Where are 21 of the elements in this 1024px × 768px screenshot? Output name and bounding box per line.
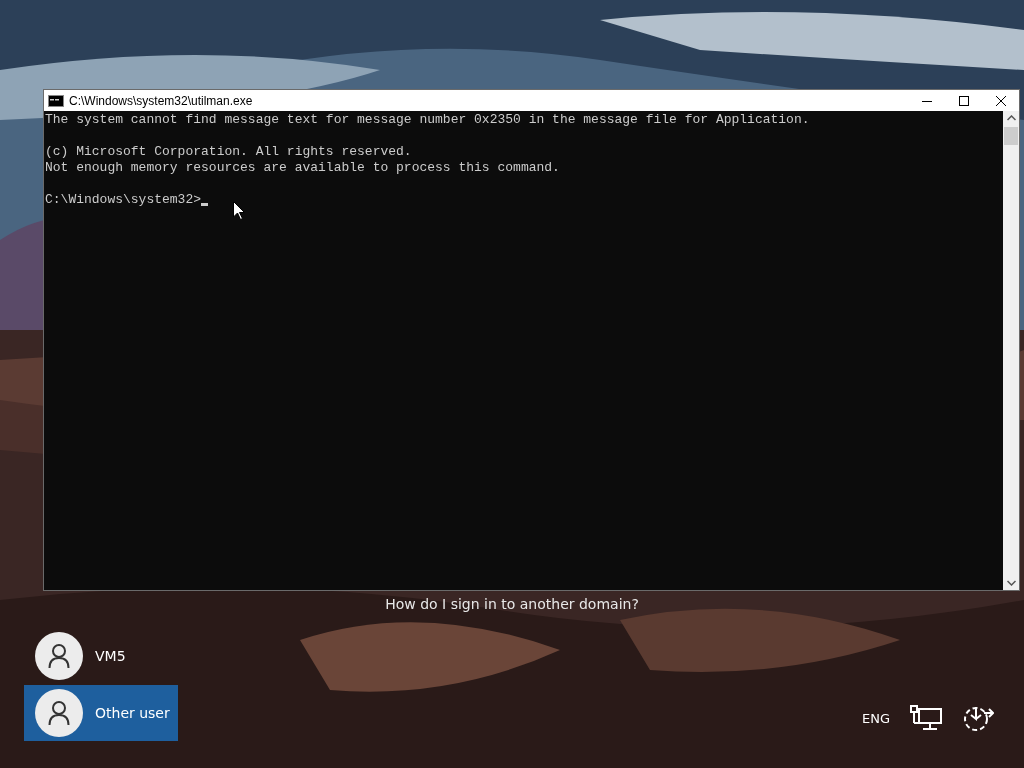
help-link[interactable]: How do I sign in to another domain? [385, 596, 639, 612]
user-name: Other user [95, 705, 170, 721]
user-name: VM5 [95, 648, 126, 664]
text-cursor [201, 203, 209, 206]
mouse-pointer-icon [233, 201, 246, 220]
console-line: Not enough memory resources are available to process this command. [45, 160, 560, 176]
window-title: C:\Windows\system32\utilman.exe [69, 93, 254, 108]
command-prompt: C:\Windows\system32> [45, 192, 202, 208]
scrollbar[interactable] [1003, 111, 1019, 590]
language-indicator[interactable]: ENG [862, 710, 890, 726]
console-icon [48, 94, 64, 107]
console-line: (c) Microsoft Corporation. All rights reserved. [45, 144, 412, 160]
scroll-thumb[interactable] [1004, 127, 1018, 145]
maximize-icon[interactable] [958, 95, 969, 106]
avatar-icon [35, 689, 83, 737]
network-icon[interactable] [910, 705, 942, 731]
close-icon[interactable] [995, 95, 1006, 106]
user-tile[interactable]: VM5 [24, 628, 178, 684]
user-tile[interactable]: Other user [24, 685, 178, 741]
console-line: The system cannot find message text for message number 0x2350 in the message file for Application. [45, 112, 810, 128]
ease-of-access-icon[interactable] [962, 704, 994, 732]
